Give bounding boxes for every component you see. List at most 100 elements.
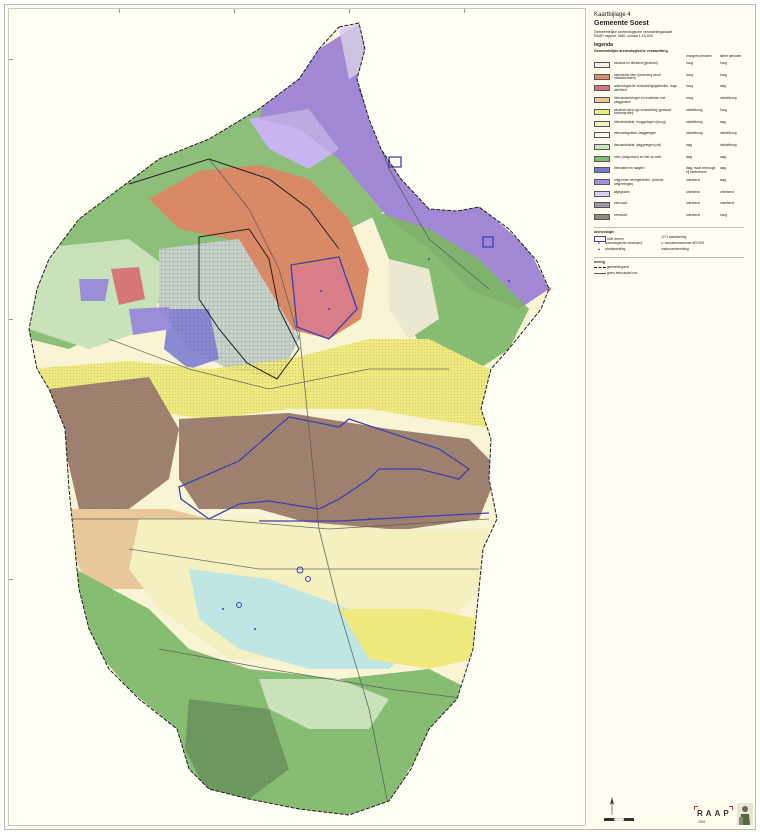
legend-item: dekzandwelvingen en esdekken met plaggen… bbox=[594, 96, 744, 107]
legend-item-late: onbekend bbox=[720, 201, 735, 206]
frame-tick bbox=[464, 9, 465, 13]
legend-item-label: veenrandgebied, laaggelegen bbox=[614, 131, 657, 136]
archeologie-symbol-find: ● archeologische vondst(en) bbox=[598, 241, 643, 245]
archeologie-symbol-research: onderzoeksmelding bbox=[661, 247, 741, 252]
archeologie-symbol-observation: 1673 waarneming bbox=[661, 235, 687, 239]
legend-col-header-early: vroegere perioden bbox=[686, 54, 712, 58]
legend-item-early: laag, maar verhoogd bij beekoevers bbox=[686, 166, 716, 174]
map-title: Gemeente Soest bbox=[594, 20, 649, 27]
map-annex-label: Kaartbijlage 4 bbox=[594, 12, 631, 18]
archeologie-item: waarneming bbox=[668, 235, 687, 239]
frame-tick bbox=[349, 9, 350, 13]
overig-builtup-line: grens bebouwde kom bbox=[594, 271, 638, 276]
legend-item-label: afgegraven bbox=[614, 189, 630, 194]
legend-item-early: onbekend bbox=[686, 178, 701, 182]
legend-divider bbox=[594, 227, 744, 228]
legend-item-label: bebouwd bbox=[614, 201, 627, 206]
legend-item-label: stuwwal met hoge verwachting (gestuwd bo… bbox=[614, 107, 672, 116]
find-marker bbox=[547, 287, 551, 291]
frame-tick bbox=[234, 9, 235, 13]
legend-swatch bbox=[594, 167, 610, 174]
legend-swatch bbox=[594, 132, 610, 139]
map-subtitle: Gemeentelijke archeologische verwachting… bbox=[594, 30, 744, 39]
legend-panel: Kaartbijlage 4 Gemeente Soest Gemeenteli… bbox=[591, 8, 751, 826]
legend-item-late: laag bbox=[720, 84, 727, 89]
legend-item-early: laag bbox=[686, 142, 693, 147]
legend-item-label: archeologische verwachtingsgebieden, hog… bbox=[614, 84, 677, 92]
map-canvas[interactable] bbox=[9, 9, 587, 827]
legend-swatch bbox=[594, 202, 610, 209]
legend-item-late: hoog bbox=[720, 213, 728, 218]
find-marker bbox=[428, 258, 430, 260]
legend-item-label: ontgonnen veengebieden, (recente ontginn… bbox=[614, 178, 664, 186]
legend-item-early: hoog bbox=[686, 96, 694, 101]
legend-section-heading: Gemeentelijke archeologische verwachting bbox=[594, 49, 668, 53]
legend-item: dekzandvlakte, laaggelegen (nat) laag midd… bbox=[594, 142, 744, 154]
legend-item-early: middelhoog bbox=[686, 119, 703, 124]
legend-item-early: hoog bbox=[686, 61, 694, 65]
overig-item: grens bebouwde kom bbox=[606, 271, 638, 275]
archeologie-item: monumentnummer ARCHIS bbox=[664, 241, 705, 245]
legend-item-early: hoog bbox=[686, 72, 694, 77]
overig-municipal-line: gemeentegrens bbox=[594, 265, 630, 270]
legend-item: archeologische verwachtingsgebieden, hog… bbox=[594, 85, 744, 95]
frame-tick bbox=[9, 319, 13, 320]
legend-item: veen (ontgonnen) en klei op veen laag laag bbox=[594, 154, 744, 166]
legend-item: veenrandgebied, laaggelegen middelhoog mid… bbox=[594, 132, 744, 142]
legend-divider bbox=[594, 257, 744, 258]
legend-item-early: onbekend bbox=[686, 189, 701, 194]
archeologie-item: archeologische vondst(en) bbox=[604, 241, 643, 245]
legend-item: verstoord onbekend hoog bbox=[594, 213, 744, 224]
frame-tick bbox=[119, 9, 120, 13]
legend-item-label: veen (ontgonnen) en klei op veen bbox=[614, 154, 662, 159]
legend-item: ontgonnen veengebieden, (recente ontginn… bbox=[594, 178, 744, 189]
overig-item: gemeentegrens bbox=[606, 265, 630, 269]
legend-item-early: laag bbox=[686, 154, 693, 159]
legend-item-early: onbekend bbox=[686, 201, 701, 206]
legend-swatch bbox=[594, 97, 610, 104]
find-marker bbox=[368, 518, 370, 520]
legend-item-late: middelhoog bbox=[720, 96, 737, 101]
archeologie-item: vondstmelding bbox=[604, 247, 626, 251]
find-marker bbox=[254, 628, 256, 630]
legend-swatch bbox=[594, 190, 610, 197]
zone-purple-west bbox=[79, 279, 109, 301]
legend-item-early: onbekend bbox=[686, 213, 701, 218]
legend-item-label: historische kern (bewoning vanaf middele… bbox=[614, 72, 661, 81]
legend-swatch bbox=[594, 143, 610, 150]
legend-item: bebouwd onbekend onbekend bbox=[594, 202, 744, 212]
frame-tick bbox=[9, 59, 13, 60]
legend-item: stuwwal met hoge verwachting (gestuwd bo… bbox=[594, 107, 744, 119]
legend-item: dekzandvlakte, hooggelegen (droog) middel… bbox=[594, 119, 744, 131]
legend-swatch bbox=[594, 85, 610, 92]
legend-item-late: onbekend bbox=[720, 189, 735, 194]
legend-col-header-late: latere perioden bbox=[720, 54, 742, 58]
overig-heading: overig bbox=[594, 260, 605, 264]
archeologie-symbol-report: ▲ vondstmelding bbox=[597, 247, 626, 251]
legend-swatch bbox=[594, 179, 610, 185]
legend-swatch bbox=[594, 155, 610, 162]
archeologie-symbol-monument: ◎ monumentnummer ARCHIS bbox=[661, 241, 705, 245]
find-marker bbox=[508, 280, 510, 282]
soldier-photo-icon bbox=[737, 803, 753, 825]
map-frame[interactable] bbox=[8, 8, 586, 826]
scale-bar bbox=[604, 818, 634, 821]
legend-item-late: laag bbox=[720, 119, 727, 124]
legend-item-early: middelhoog bbox=[686, 107, 703, 112]
legend-heading: legenda bbox=[594, 42, 613, 48]
legend-item-late: laag bbox=[720, 178, 727, 182]
legend-item-label: verstoord bbox=[614, 213, 628, 218]
legend-item: afgegraven onbekend onbekend bbox=[594, 189, 744, 201]
legend-item-late: laag bbox=[720, 154, 727, 159]
legend-swatch bbox=[594, 120, 610, 127]
archeologie-item: onderzoeksmelding bbox=[661, 247, 689, 251]
legend-item-late: hoog bbox=[720, 107, 728, 112]
legend-item-label: dekzandvlakte, hooggelegen (droog) bbox=[614, 119, 666, 124]
legend-item: stuwwal en dekzand (gestuwd) hoog hoog bbox=[594, 61, 744, 72]
legend-item-late: middelhoog bbox=[720, 131, 737, 136]
legend-item-label: stuwwal en dekzand (gestuwd) bbox=[614, 61, 658, 65]
frame-tick bbox=[9, 579, 13, 580]
legend-item-late: middelhoog bbox=[720, 142, 737, 147]
find-marker bbox=[320, 290, 322, 292]
legend-item-late: hoog bbox=[720, 61, 728, 65]
